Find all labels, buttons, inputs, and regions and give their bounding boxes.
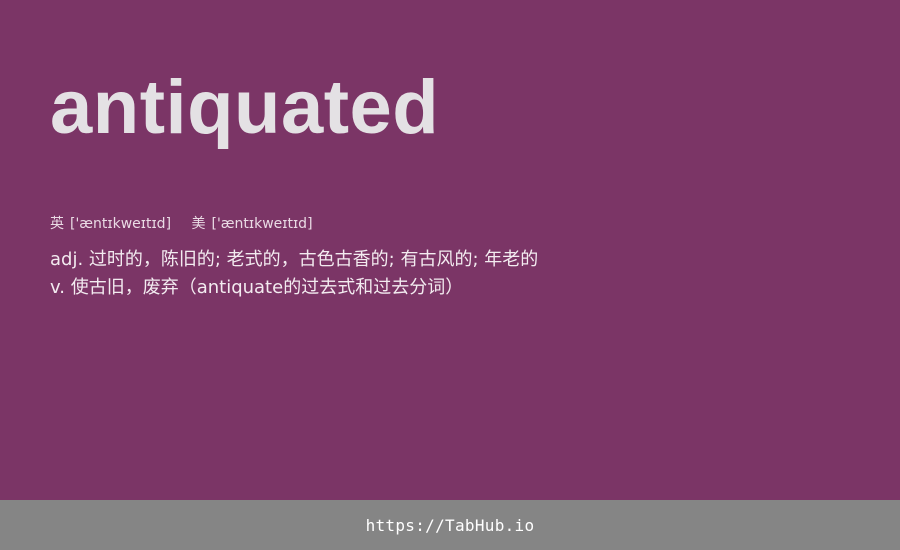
- phonetic-uk: 英 ['æntɪkweɪtɪd]: [50, 216, 176, 232]
- phonetic-us-label: 美: [191, 216, 206, 232]
- phonetic-us: 美 ['æntɪkweɪtɪd]: [192, 216, 313, 232]
- phonetics-row: 英 ['æntɪkweɪtɪd] 美 ['æntɪkweɪtɪd]: [50, 213, 313, 233]
- phonetic-uk-value: ['æntɪkweɪtɪd]: [70, 216, 172, 232]
- definition-verb: v. 使古旧，废弃（antiquate的过去式和过去分词）: [50, 277, 464, 298]
- footer-bar: https://TabHub.io: [0, 500, 900, 550]
- phonetic-us-value: ['æntɪkweɪtɪd]: [211, 216, 313, 232]
- definitions: adj. 过时的，陈旧的; 老式的，古色古香的; 有古风的; 年老的 v. 使古…: [50, 246, 850, 302]
- definition-adjective: adj. 过时的，陈旧的; 老式的，古色古香的; 有古风的; 年老的: [50, 249, 539, 270]
- tabhub-link[interactable]: https://TabHub.io: [366, 516, 535, 535]
- word-card: antiquated 英 ['æntɪkweɪtɪd] 美 ['æntɪkweɪtɪ…: [0, 0, 900, 500]
- phonetic-uk-label: 英: [50, 216, 64, 232]
- headword: antiquated: [50, 65, 440, 150]
